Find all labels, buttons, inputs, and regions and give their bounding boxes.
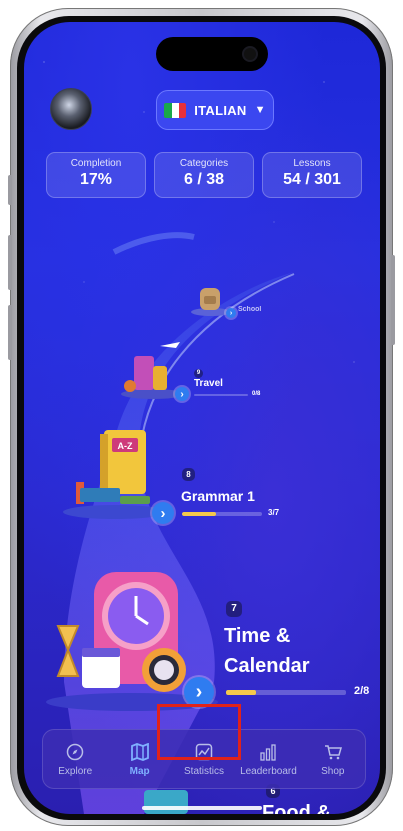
home-indicator: [142, 806, 262, 810]
node-number: 7: [226, 601, 242, 617]
italy-flag-icon: [164, 102, 187, 118]
statistics-highlight-box: [157, 704, 241, 760]
node-title: School: [238, 306, 262, 313]
stat-categories: Categories 6 / 38: [154, 152, 254, 198]
tab-label: Map: [129, 765, 150, 777]
food-illustration: [144, 790, 188, 814]
power-button: [391, 255, 395, 345]
node-number: 9: [194, 369, 203, 378]
stat-label: Lessons: [293, 158, 331, 169]
node-title: Travel: [194, 378, 223, 389]
svg-text:A-Z: A-Z: [118, 441, 133, 451]
progress-text: 3/7: [268, 508, 280, 517]
avatar[interactable]: [50, 88, 92, 130]
grammar-open-button[interactable]: ›: [152, 502, 174, 524]
stat-value: 54 / 301: [283, 171, 341, 188]
stat-value: 6 / 38: [183, 171, 225, 188]
stat-label: Completion: [70, 158, 122, 169]
volume-up-button: [8, 235, 12, 290]
node-title-line2: Calendar: [224, 655, 310, 677]
node-title: Food &: [262, 802, 331, 814]
tab-label: Explore: [58, 765, 93, 777]
progress-bar: [226, 690, 346, 695]
progress-bar: [194, 394, 248, 396]
node-title-line1: Time &: [224, 625, 291, 647]
dynamic-island: [156, 37, 268, 71]
map-icon: [129, 742, 151, 762]
mute-switch: [8, 175, 12, 205]
language-selector[interactable]: ITALIAN ▼: [156, 90, 274, 130]
node-number: 8: [182, 468, 195, 481]
stat-label: Categories: [179, 158, 229, 169]
compass-icon: [64, 742, 86, 762]
tab-label: Statistics: [184, 765, 225, 777]
tab-label: Shop: [321, 765, 345, 777]
leaderboard-icon: [257, 742, 279, 762]
app-screen: › School › 9 Travel 0/8 A-Z › 8 Grammar …: [24, 22, 380, 814]
tab-shop[interactable]: Shop: [301, 730, 365, 788]
progress-bar: [182, 512, 262, 516]
stat-completion: Completion 17%: [46, 152, 146, 198]
stat-value: 17%: [79, 171, 113, 188]
tab-label: Leaderboard: [240, 765, 297, 777]
volume-down-button: [8, 305, 12, 360]
travel-open-button[interactable]: ›: [175, 387, 189, 401]
language-label: ITALIAN: [194, 102, 247, 118]
school-open-button[interactable]: ›: [226, 308, 236, 318]
time-calendar-open-button[interactable]: ›: [184, 677, 214, 707]
node-title: Grammar 1: [181, 488, 255, 504]
tab-leaderboard[interactable]: Leaderboard: [236, 730, 300, 788]
cart-icon: [322, 742, 344, 762]
progress-text: 2/8: [354, 685, 370, 697]
tab-explore[interactable]: Explore: [43, 730, 107, 788]
chevron-down-icon: ▼: [254, 104, 266, 116]
progress-text: 0/8: [252, 391, 261, 397]
stat-lessons: Lessons 54 / 301: [262, 152, 362, 198]
stats-row: Completion 17% Categories 6 / 38 Lessons…: [46, 152, 362, 198]
